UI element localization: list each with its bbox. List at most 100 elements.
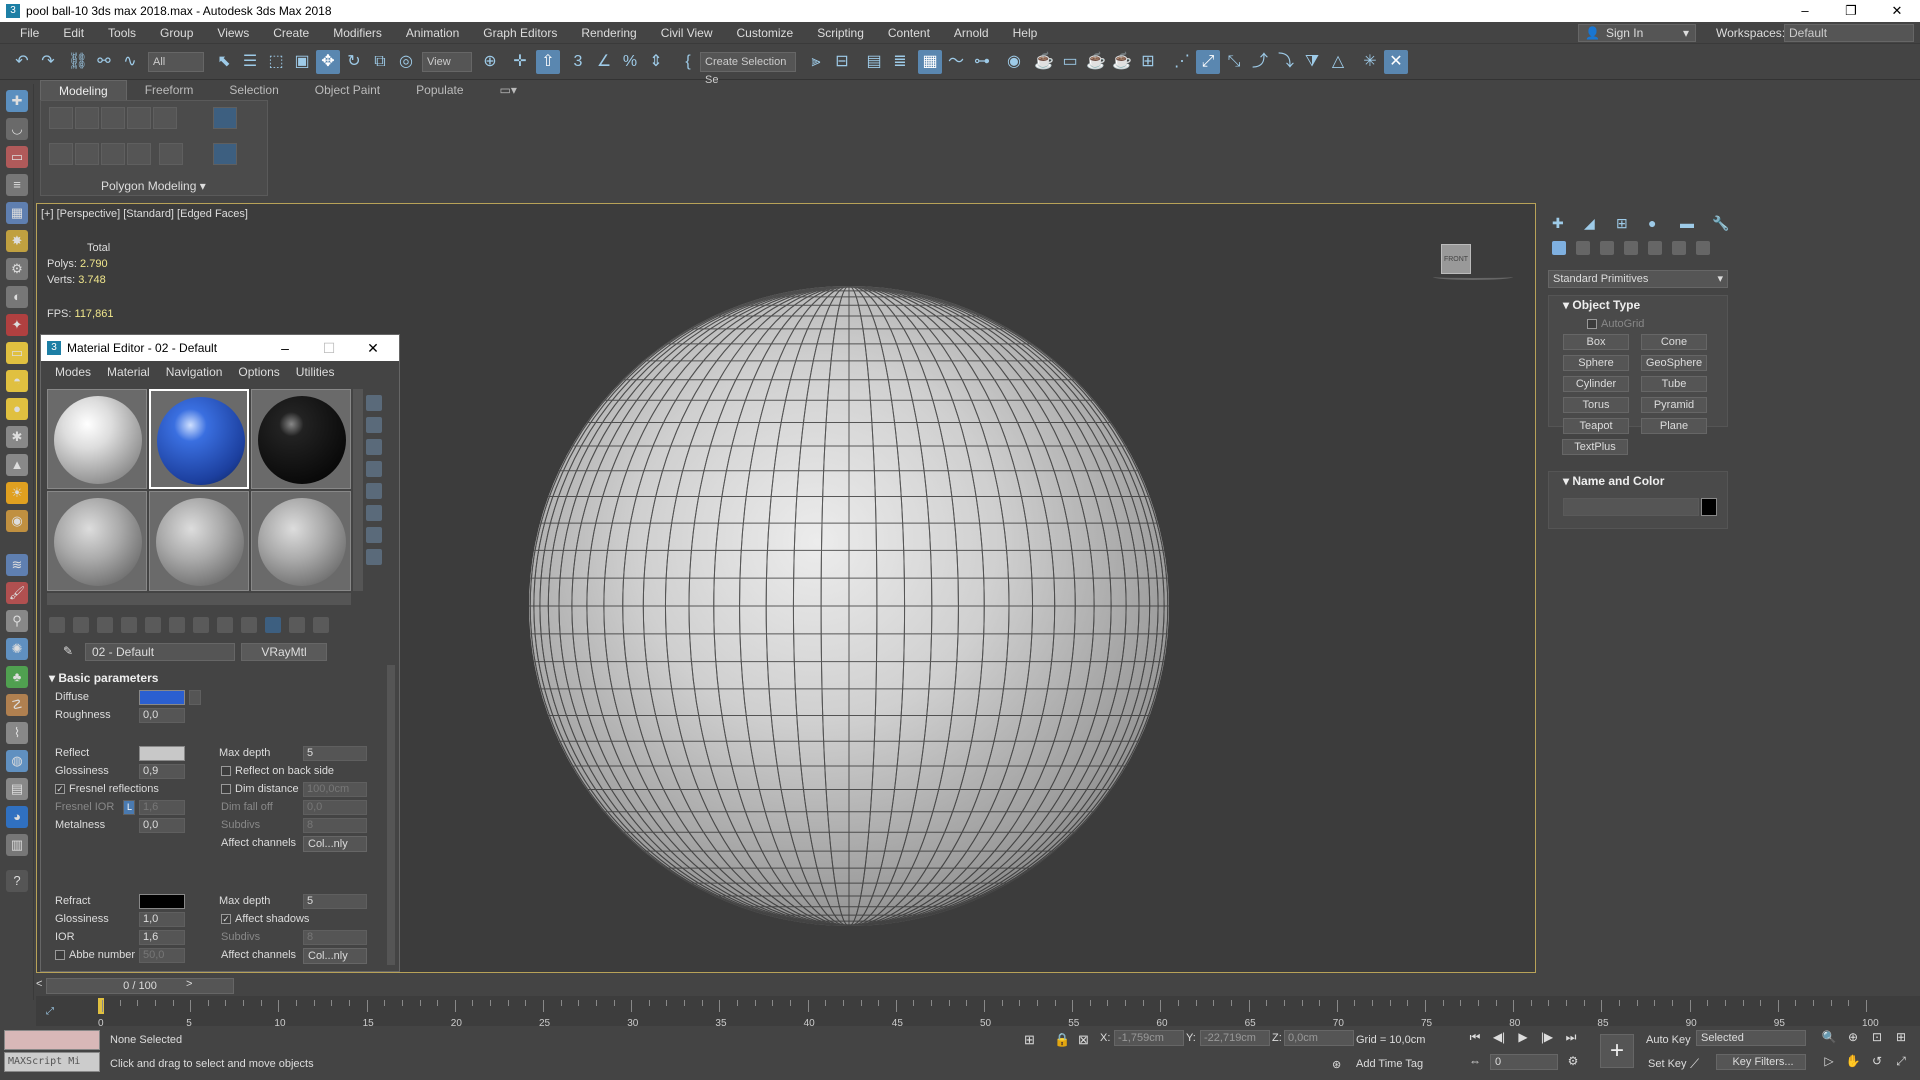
material-editor-icon[interactable]: ◉ [1002, 50, 1026, 74]
menu-create[interactable]: Create [261, 26, 321, 40]
vertex-icon[interactable] [49, 107, 73, 129]
select-by-material-icon[interactable] [366, 549, 382, 565]
paint-icon[interactable]: 🖌 [6, 582, 28, 604]
redo-icon[interactable]: ↷ [36, 50, 60, 74]
x-coordinate-field[interactable]: -1,759cm [1114, 1030, 1184, 1046]
make-preview-icon[interactable] [366, 505, 382, 521]
motion-tab-icon[interactable]: ● [1648, 215, 1666, 233]
reflect-max-depth-spinner[interactable]: 5 [303, 746, 367, 761]
close-button[interactable]: ✕ [1874, 0, 1920, 22]
go-to-start-icon[interactable]: ⏮ [1466, 1028, 1484, 1046]
roughness-spinner[interactable]: 0,0 [139, 708, 185, 723]
menu-civil-view[interactable]: Civil View [649, 26, 725, 40]
hair-icon[interactable]: ☡ [6, 694, 28, 716]
pyramid-button[interactable]: Pyramid [1641, 397, 1707, 413]
use-displacement-icon[interactable] [213, 107, 237, 129]
maxscript-listener[interactable] [4, 1030, 100, 1050]
teapot-button[interactable]: Teapot [1563, 418, 1629, 434]
file-icon[interactable]: ▥ [6, 834, 28, 856]
window-crossing-icon[interactable]: ▣ [290, 50, 314, 74]
isolate-selection-icon[interactable]: ⊞ [1024, 1032, 1035, 1048]
select-and-move-icon[interactable]: ✥ [316, 50, 340, 74]
show-end-result-icon[interactable] [265, 617, 281, 633]
rectangle-icon[interactable]: ▭ [6, 342, 28, 364]
utilities-tab-icon[interactable]: 🔧 [1712, 215, 1730, 233]
unlink-icon[interactable]: ⚯ [92, 50, 116, 74]
percent-snap-icon[interactable]: % [618, 50, 642, 74]
time-slider[interactable]: 0 / 100 [46, 978, 234, 994]
zoom-all-icon[interactable]: ⊕ [1844, 1028, 1862, 1046]
helper-icon[interactable]: ◐ [6, 286, 28, 308]
reference-coordinate-dropdown[interactable]: View [422, 52, 472, 72]
fresnel-ior-spinner[interactable]: 1,6 [139, 800, 185, 815]
menu-tools[interactable]: Tools [96, 26, 148, 40]
create-tab-icon[interactable]: ✚ [1552, 215, 1570, 233]
set-keys-icon[interactable]: + [1600, 1034, 1634, 1068]
tab-freeform[interactable]: Freeform [127, 80, 212, 100]
put-to-scene-icon[interactable] [73, 617, 89, 633]
ribbon-options-icon[interactable]: ▭▾ [482, 80, 535, 100]
edit-named-selection-icon[interactable]: { [676, 50, 700, 74]
border-icon[interactable] [101, 107, 125, 129]
restore-button[interactable]: ❐ [1828, 0, 1874, 22]
select-manipulate-icon[interactable]: ✛ [508, 50, 532, 74]
pool-ball-mesh[interactable] [529, 286, 1169, 926]
z-coordinate-field[interactable]: 0,0cm [1284, 1030, 1354, 1046]
select-and-rotate-icon[interactable]: ↻ [342, 50, 366, 74]
ribbon-toggle-icon[interactable]: ▦ [918, 50, 942, 74]
reflect-color-swatch[interactable] [139, 746, 185, 761]
tab-selection[interactable]: Selection [211, 80, 296, 100]
zoom-icon[interactable]: 🔍 [1820, 1028, 1838, 1046]
diffuse-color-swatch[interactable] [139, 690, 185, 705]
pivot-center-icon[interactable]: ⊕ [478, 50, 502, 74]
next-modifier-icon[interactable] [101, 143, 125, 165]
tab-populate[interactable]: Populate [398, 80, 481, 100]
time-slider-prev[interactable]: < [36, 978, 42, 990]
pan-view-icon[interactable]: ✋ [1844, 1052, 1862, 1070]
select-and-scale-icon[interactable]: ⧉ [368, 50, 392, 74]
dome-icon[interactable]: ◓ [6, 370, 28, 392]
cone-icon[interactable]: ▲ [6, 454, 28, 476]
minimize-button[interactable]: – [263, 335, 307, 361]
camera-icon[interactable]: ⚙ [6, 258, 28, 280]
reset-map-icon[interactable] [121, 617, 137, 633]
menu-group[interactable]: Group [148, 26, 205, 40]
maximize-viewport-icon[interactable]: ⤢ [1892, 1052, 1910, 1070]
space-warp-icon[interactable]: ✦ [6, 314, 28, 336]
tab-modeling[interactable]: Modeling [40, 80, 127, 100]
workspaces-dropdown[interactable]: Default [1784, 24, 1914, 42]
diffuse-map-button[interactable] [189, 690, 201, 705]
undo-icon[interactable]: ↶ [10, 50, 34, 74]
maxscript-mini-listener[interactable]: MAXScript Mi [4, 1052, 100, 1072]
time-configuration-icon[interactable]: ⚙ [1564, 1052, 1582, 1070]
light-bulb-icon[interactable]: ✸ [6, 230, 28, 252]
render-in-cloud-icon[interactable]: ⊞ [1136, 50, 1160, 74]
dim-distance-spinner[interactable]: 100,0cm [303, 782, 367, 797]
object-category-dropdown[interactable]: Standard Primitives ▾ [1548, 270, 1728, 288]
backlight-icon[interactable] [366, 417, 382, 433]
refract-glossiness-spinner[interactable]: 1,0 [139, 912, 185, 927]
rendered-frame-window-icon[interactable]: ▭ [1058, 50, 1082, 74]
dimmer-icon[interactable]: ◉ [6, 510, 28, 532]
menu-modes[interactable]: Modes [47, 365, 99, 379]
abbe-number-spinner[interactable]: 50,0 [139, 948, 185, 963]
render-production-icon[interactable]: ☕ [1084, 50, 1108, 74]
close-button[interactable]: ✕ [351, 335, 395, 361]
3dsmax-app-icon[interactable]: 3 [6, 4, 20, 18]
put-to-library-icon[interactable] [193, 617, 209, 633]
render-setup-icon[interactable]: ☕ [1032, 50, 1056, 74]
cone-button[interactable]: Cone [1641, 334, 1707, 350]
material-type-button[interactable]: VRayMtl [241, 643, 327, 661]
sample-slot-3[interactable] [251, 389, 351, 489]
lights-icon[interactable] [1600, 241, 1614, 255]
layers-icon[interactable]: ≡ [6, 174, 28, 196]
menu-graph-editors[interactable]: Graph Editors [471, 26, 569, 40]
refract-affect-channels-dropdown[interactable]: Col...nly [303, 948, 367, 964]
refract-color-swatch[interactable] [139, 894, 185, 909]
spider-icon[interactable]: ✱ [6, 426, 28, 448]
sky-icon[interactable]: ▭ [6, 146, 28, 168]
help-icon[interactable]: ? [6, 870, 28, 892]
material-id-channel-icon[interactable] [217, 617, 233, 633]
layer-explorer-icon[interactable]: ≣ [888, 50, 912, 74]
sample-slot-1[interactable] [47, 389, 147, 489]
